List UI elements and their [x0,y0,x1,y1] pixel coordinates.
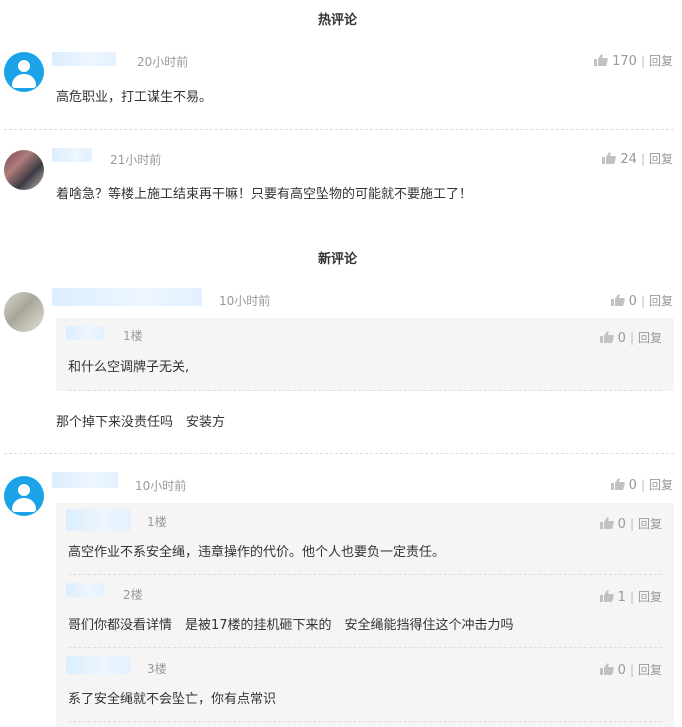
comment-actions: 0 | 回复 [611,476,673,493]
reply-text: 系了安全绳就不会坠亡，你有点常识 [68,692,277,707]
hot-comment-1: 20小时前 170 | 回复 高危职业，打工谋生不易。 [0,40,682,130]
like-count[interactable]: 170 [612,54,637,69]
reply-link[interactable]: 回复 [649,294,673,308]
reply-link[interactable]: 回复 [638,663,662,677]
new-comment-1: 10小时前 0 | 回复 1楼 0 | 回复 和什么空调牌子无关, 那个掉下来没责任吗 … [0,280,682,460]
username-blurred[interactable] [52,148,92,162]
floor-number: 2楼 [123,588,143,602]
comment-text: 那个掉下来没责任吗 安装方 [56,415,226,430]
divider [68,574,662,575]
divider [68,647,662,648]
username-blurred[interactable] [66,326,104,340]
user-avatar-icon[interactable] [4,476,44,516]
user-avatar-photo[interactable] [4,292,44,332]
thumbs-up-icon[interactable] [600,663,614,675]
username-blurred[interactable] [66,509,130,531]
reply-thread: 1楼 0 | 回复 和什么空调牌子无关, [56,318,674,391]
like-count[interactable]: 0 [618,663,626,678]
comment-time: 20小时前 [137,55,189,69]
thumbs-up-icon[interactable] [611,478,625,490]
floor-number: 1楼 [147,515,167,529]
divider [4,129,674,130]
new-comments-title: 新评论 [318,252,358,267]
thumbs-up-icon[interactable] [600,590,614,602]
reply-actions: 0 | 回复 [600,661,662,678]
reply-actions: 1 | 回复 [600,588,662,605]
reply-actions: 0 | 回复 [600,515,662,532]
reply-link[interactable]: 回复 [649,478,673,492]
reply-link[interactable]: 回复 [638,517,662,531]
username-blurred[interactable] [52,472,118,488]
hot-comment-2: 21小时前 24 | 回复 着啥急？等楼上施工结束再干嘛！只要有高空坠物的可能就不要… [0,140,682,220]
thumbs-up-icon[interactable] [594,54,608,66]
like-count[interactable]: 0 [629,478,637,493]
reply-link[interactable]: 回复 [649,54,673,68]
user-avatar-icon[interactable] [4,52,44,92]
reply-text: 哥们你都没看详情 是被17楼的挂机砸下来的 安全绳能挡得住这个冲击力吗 [68,618,514,633]
reply-thread: 1楼 0 | 回复 高空作业不系安全绳，违章操作的代价。他个人也要负一定责任。 2楼… [56,503,674,727]
comment-time: 10小时前 [135,479,187,493]
thumbs-up-icon[interactable] [602,152,616,164]
user-avatar-photo[interactable] [4,150,44,190]
username-blurred[interactable] [66,656,130,674]
like-count[interactable]: 1 [618,590,626,605]
reply-link[interactable]: 回复 [638,590,662,604]
comment-text: 高危职业，打工谋生不易。 [56,90,213,105]
username-blurred[interactable] [52,288,202,306]
username-blurred[interactable] [66,583,104,597]
reply-link[interactable]: 回复 [638,331,662,345]
reply-link[interactable]: 回复 [649,152,673,166]
floor-number: 3楼 [147,662,167,676]
thumbs-up-icon[interactable] [600,331,614,343]
comment-text: 着啥急？等楼上施工结束再干嘛！只要有高空坠物的可能就不要施工了！ [56,187,473,202]
like-count[interactable]: 0 [629,294,637,309]
comment-time: 10小时前 [219,294,271,308]
floor-number: 1楼 [123,329,143,343]
comment-time: 21小时前 [110,153,162,167]
like-count[interactable]: 0 [618,331,626,346]
thumbs-up-icon[interactable] [611,294,625,306]
divider [68,721,662,722]
like-count[interactable]: 0 [618,517,626,532]
reply-text: 高空作业不系安全绳，违章操作的代价。他个人也要负一定责任。 [68,545,446,560]
comment-actions: 24 | 回复 [602,150,673,167]
username-blurred[interactable] [52,52,116,66]
comment-actions: 0 | 回复 [611,292,673,309]
hot-comments-title: 热评论 [318,13,358,28]
reply-actions: 0 | 回复 [600,329,662,346]
new-comment-2: 10小时前 0 | 回复 1楼 0 | 回复 高空作业不系安全绳，违章操作的代价。他个人… [0,462,682,727]
reply-text: 和什么空调牌子无关, [68,360,190,375]
like-count[interactable]: 24 [620,152,637,167]
comment-actions: 170 | 回复 [594,52,673,69]
divider [68,390,662,391]
thumbs-up-icon[interactable] [600,517,614,529]
divider [4,453,674,454]
